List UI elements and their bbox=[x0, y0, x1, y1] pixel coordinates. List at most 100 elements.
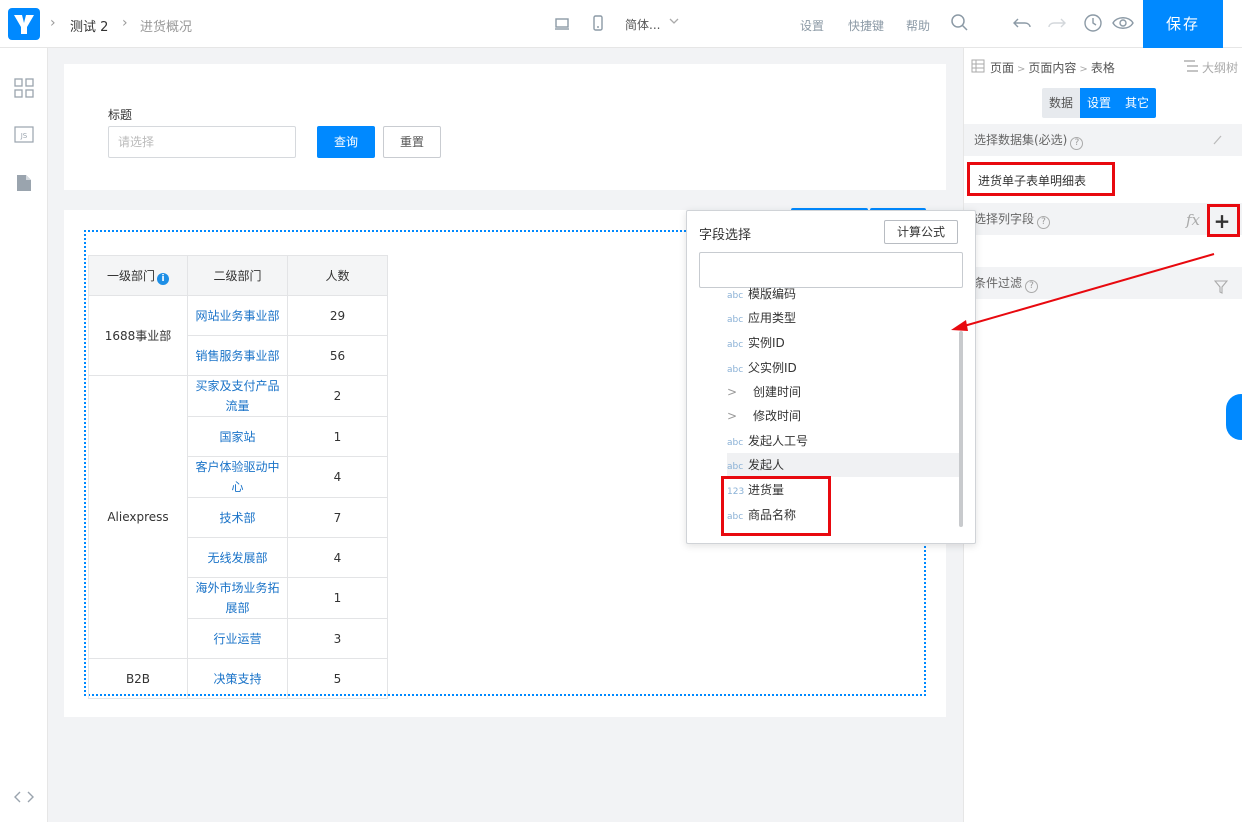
count-cell: 7 bbox=[287, 497, 388, 538]
popup-scrollbar[interactable] bbox=[959, 331, 963, 527]
field-item[interactable]: abc 父实例ID bbox=[727, 356, 959, 380]
field-label: 发起人 bbox=[748, 458, 785, 472]
chevron-right-icon: › bbox=[50, 15, 56, 31]
count-cell: 3 bbox=[287, 618, 388, 659]
field-type: abc bbox=[727, 365, 744, 375]
reset-button[interactable]: 重置 bbox=[383, 126, 441, 158]
field-label: 实例ID bbox=[748, 336, 785, 350]
dept2-cell[interactable]: 网站业务事业部 bbox=[187, 295, 288, 336]
info-icon[interactable]: i bbox=[157, 272, 169, 285]
highlight-box bbox=[1207, 204, 1240, 237]
field-label: 发起人工号 bbox=[748, 434, 809, 448]
svg-text:JS: JS bbox=[20, 132, 28, 140]
history-icon[interactable] bbox=[1083, 13, 1103, 36]
floating-assistant-button[interactable] bbox=[1226, 394, 1242, 440]
dataset-section-label: 选择数据集(必选) bbox=[974, 133, 1068, 147]
outline-tree-icon[interactable] bbox=[1183, 58, 1199, 77]
tree-icon bbox=[971, 59, 985, 76]
filter-funnel-icon[interactable] bbox=[1213, 275, 1229, 307]
desktop-view-icon[interactable] bbox=[555, 14, 569, 35]
panel-tabs: 数据 设置 其它 bbox=[1042, 88, 1157, 118]
dept2-cell[interactable]: 行业运营 bbox=[187, 618, 288, 659]
field-item[interactable]: abc 模版编码 bbox=[727, 282, 959, 306]
breadcrumb-item[interactable]: 表格 bbox=[1091, 61, 1115, 75]
help-link[interactable]: 帮助 bbox=[906, 17, 930, 34]
mobile-view-icon[interactable] bbox=[592, 14, 604, 35]
dept2-cell[interactable]: 客户体验驱动中心 bbox=[187, 456, 288, 498]
filter-section-label: 条件过滤 bbox=[974, 276, 1023, 290]
left-rail: JS bbox=[0, 48, 48, 822]
query-button[interactable]: 查询 bbox=[317, 126, 375, 158]
tab-other[interactable]: 其它 bbox=[1118, 88, 1157, 118]
code-view-icon[interactable] bbox=[14, 790, 34, 807]
highlight-box bbox=[967, 162, 1115, 196]
help-icon[interactable]: ? bbox=[1070, 137, 1084, 150]
dept2-cell[interactable]: 买家及支付产品流量 bbox=[187, 375, 288, 417]
chevron-down-icon[interactable] bbox=[668, 14, 680, 31]
outline-tree-label[interactable]: 大纲树 bbox=[1202, 59, 1238, 76]
header-count: 人数 bbox=[287, 255, 388, 296]
dataset-section-header: 选择数据集(必选)? bbox=[964, 124, 1242, 156]
calc-formula-button[interactable]: 计算公式 bbox=[884, 220, 958, 244]
header-dept1: 一级部门 i bbox=[88, 255, 188, 296]
edit-pencil-icon[interactable] bbox=[1212, 124, 1224, 168]
table-row: 1688事业部 网站业务事业部 29 bbox=[88, 295, 388, 376]
settings-link[interactable]: 设置 bbox=[800, 17, 824, 34]
title-select-input[interactable]: 请选择 bbox=[108, 126, 296, 158]
language-select[interactable]: 简体... bbox=[625, 16, 660, 33]
dept1-cell: 1688事业部 bbox=[88, 295, 188, 376]
shortcuts-link[interactable]: 快捷键 bbox=[848, 17, 884, 34]
panel-breadcrumb: 页面 > 页面内容 > 表格 bbox=[990, 61, 1115, 75]
title-field-label: 标题 bbox=[108, 108, 133, 122]
top-bar: › 测试 2 › 进货概况 简体... 设置 快捷键 帮助 保存 bbox=[0, 0, 1242, 48]
chevron-right-icon: › bbox=[122, 15, 128, 31]
field-type: abc bbox=[727, 315, 744, 325]
breadcrumb-page[interactable]: 进货概况 bbox=[140, 16, 192, 35]
field-type: abc bbox=[727, 438, 744, 448]
save-button[interactable]: 保存 bbox=[1143, 0, 1223, 48]
field-item[interactable]: abc 实例ID bbox=[727, 331, 959, 355]
header-label: 一级部门 bbox=[106, 268, 155, 283]
field-item[interactable]: abc 发起人 bbox=[727, 453, 959, 477]
page-file-icon[interactable] bbox=[16, 174, 32, 195]
count-cell: 4 bbox=[287, 537, 388, 578]
dept1-cell: B2B bbox=[88, 658, 188, 699]
breadcrumb-item[interactable]: 页面内容 bbox=[1028, 61, 1076, 75]
dept2-cell[interactable]: 无线发展部 bbox=[187, 537, 288, 578]
js-code-icon[interactable]: JS bbox=[14, 126, 34, 147]
dept2-cell[interactable]: 海外市场业务拓展部 bbox=[187, 577, 288, 619]
field-group-modified[interactable]: > 修改时间 bbox=[727, 404, 959, 428]
formula-fx-icon[interactable]: fx bbox=[1186, 211, 1200, 229]
dept2-cell[interactable]: 决策支持 bbox=[187, 658, 288, 699]
field-item[interactable]: abc 应用类型 bbox=[727, 306, 959, 330]
chevron-right-icon[interactable]: > bbox=[727, 380, 753, 404]
dept2-cell[interactable]: 国家站 bbox=[187, 416, 288, 457]
field-label: 修改时间 bbox=[753, 409, 802, 423]
tab-data[interactable]: 数据 bbox=[1042, 88, 1081, 118]
help-icon[interactable]: ? bbox=[1037, 216, 1051, 229]
tab-settings[interactable]: 设置 bbox=[1080, 88, 1119, 118]
dept2-cell[interactable]: 销售服务事业部 bbox=[187, 335, 288, 376]
preview-eye-icon[interactable] bbox=[1112, 13, 1134, 36]
field-item[interactable]: abc 发起人工号 bbox=[727, 429, 959, 453]
breadcrumb-item[interactable]: 页面 bbox=[990, 61, 1014, 75]
app-logo[interactable] bbox=[8, 8, 40, 40]
help-icon[interactable]: ? bbox=[1025, 280, 1039, 293]
count-cell: 5 bbox=[287, 658, 388, 699]
chevron-right-icon[interactable]: > bbox=[727, 404, 753, 428]
table-header-row: 一级部门 i 二级部门 人数 bbox=[88, 255, 388, 296]
redo-icon[interactable] bbox=[1047, 13, 1067, 36]
field-picker-popup: 字段选择 计算公式 abc 模版编码 abc 应用类型 abc 实例ID abc 父实例… bbox=[686, 210, 976, 544]
field-type: abc bbox=[727, 291, 744, 301]
search-icon[interactable] bbox=[950, 13, 970, 36]
filter-section-header: 条件过滤? bbox=[964, 267, 1242, 299]
table-row: B2B 决策支持 5 bbox=[88, 658, 388, 699]
components-grid-icon[interactable] bbox=[14, 78, 34, 101]
dept2-cell[interactable]: 技术部 bbox=[187, 497, 288, 538]
field-group-created[interactable]: > 创建时间 bbox=[727, 380, 959, 404]
field-label: 创建时间 bbox=[753, 385, 802, 399]
breadcrumb-app[interactable]: 测试 2 bbox=[70, 16, 108, 35]
field-label: 父实例ID bbox=[748, 361, 797, 375]
undo-icon[interactable] bbox=[1012, 13, 1032, 36]
count-cell: 2 bbox=[287, 375, 388, 417]
